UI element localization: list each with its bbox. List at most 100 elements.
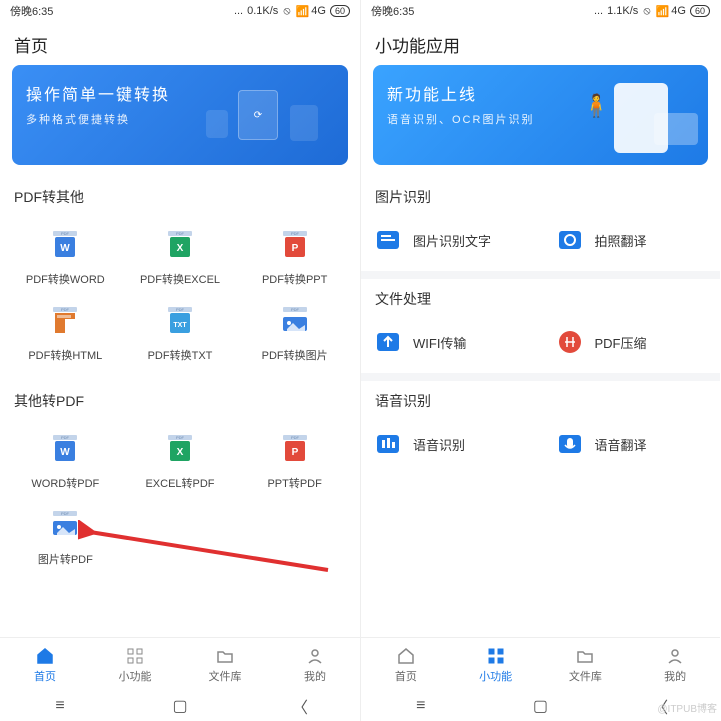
svg-text:W: W xyxy=(61,447,71,458)
nav-label: 小功能 xyxy=(119,668,152,684)
feature-item-2-1[interactable]: PDF压缩 xyxy=(555,327,709,357)
nav-grid[interactable]: 小功能 xyxy=(90,638,180,691)
nav-home[interactable]: 首页 xyxy=(361,638,451,691)
tool-label: PDF转换HTML xyxy=(28,347,102,363)
pdf-to-item-0[interactable]: PDF W PDF转换WORD xyxy=(8,219,123,295)
nav-user[interactable]: 我的 xyxy=(270,638,360,691)
status-indicators: ... 0.1K/s ⦸ 📶 4G 60 xyxy=(234,5,350,18)
svg-text:PDF: PDF xyxy=(61,511,70,516)
folder-icon xyxy=(215,646,235,666)
feature-item-3-0[interactable]: 语音识别 xyxy=(373,429,527,459)
banner-decoration: ⟳ xyxy=(188,75,338,155)
system-nav: ≡ ▢ 〈 xyxy=(0,691,360,721)
tool-label: PDF转换TXT xyxy=(148,347,213,363)
status-time: 傍晚6:35 xyxy=(10,3,53,19)
tool-label: PDF转换EXCEL xyxy=(140,271,220,287)
watermark: @ITPUB博客 xyxy=(657,700,717,715)
tool-label: EXCEL转PDF xyxy=(145,475,214,491)
pdf-to-item-2[interactable]: PDF P PDF转换PPT xyxy=(237,219,352,295)
svg-text:P: P xyxy=(291,243,298,254)
nav-user[interactable]: 我的 xyxy=(630,638,720,691)
feature-label: 语音识别 xyxy=(413,435,465,454)
banner-home[interactable]: 操作简单一键转换 多种格式便捷转换 ⟳ xyxy=(12,65,348,165)
svg-text:X: X xyxy=(177,243,184,254)
tool-label: 图片转PDF xyxy=(38,551,93,567)
nav-folder[interactable]: 文件库 xyxy=(180,638,270,691)
phone-left: 傍晚6:35 ... 0.1K/s ⦸ 📶 4G 60 首页 操作简单一键转换 … xyxy=(0,0,360,721)
bottom-nav: 首页 小功能文件库我的 xyxy=(361,637,720,691)
nav-grid[interactable]: 小功能 xyxy=(451,638,541,691)
to-pdf-item-1[interactable]: PDFXEXCEL转PDF xyxy=(123,423,238,499)
sys-back-icon[interactable]: 〈 xyxy=(291,697,309,715)
sys-home-icon[interactable]: ▢ xyxy=(531,697,549,715)
status-bar: 傍晚6:35 ... 0.1K/s ⦸ 📶 4G 60 xyxy=(0,0,360,22)
tool-icon: PDF xyxy=(44,507,86,543)
bottom-nav: 首页小功能 文件库 我的 xyxy=(0,637,360,691)
svg-text:PDF: PDF xyxy=(291,231,300,236)
sys-menu-icon[interactable]: ≡ xyxy=(51,697,69,715)
feature-icon xyxy=(555,429,585,459)
grid-icon xyxy=(125,646,145,666)
feature-item-3-1[interactable]: 语音翻译 xyxy=(555,429,709,459)
feature-label: 拍照翻译 xyxy=(595,231,647,250)
battery-icon: 60 xyxy=(690,5,710,17)
svg-text:P: P xyxy=(291,447,298,458)
section-file-process: 文件处理 xyxy=(361,279,720,315)
svg-text:X: X xyxy=(177,447,184,458)
feature-item-1-1[interactable]: 拍照翻译 xyxy=(555,225,709,255)
nav-label: 文件库 xyxy=(209,668,242,684)
page-title: 小功能应用 xyxy=(361,22,720,65)
to-pdf-item-2[interactable]: PDFPPPT转PDF xyxy=(237,423,352,499)
feature-item-1-0[interactable]: 图片识别文字 xyxy=(373,225,527,255)
content-area: PDF转其他 PDFWPDF转换WORDPDFXPDF转换EXCELPDFPPD… xyxy=(0,177,360,637)
pdf-to-item-3[interactable]: PDF PDF转换HTML xyxy=(8,295,123,371)
pdf-to-item-4[interactable]: PDF TXT PDF转换TXT xyxy=(123,295,238,371)
status-bar: 傍晚6:35 ... 1.1K/s ⦸ 📶 4G 60 xyxy=(361,0,720,22)
tool-label: PDF转换WORD xyxy=(26,271,105,287)
tool-label: WORD转PDF xyxy=(31,475,99,491)
svg-text:PDF: PDF xyxy=(61,231,70,236)
svg-text:PDF: PDF xyxy=(61,435,70,440)
svg-text:W: W xyxy=(61,243,71,254)
tool-icon: PDF P xyxy=(274,227,316,263)
nav-label: 我的 xyxy=(664,668,686,684)
nav-folder[interactable]: 文件库 xyxy=(541,638,631,691)
svg-text:PDF: PDF xyxy=(176,307,185,312)
home-icon xyxy=(35,646,55,666)
status-indicators: ... 1.1K/s ⦸ 📶 4G 60 xyxy=(594,5,710,18)
feature-item-2-0[interactable]: WIFI传输 xyxy=(373,327,527,357)
tool-icon: PDFX xyxy=(159,227,201,263)
folder-icon xyxy=(575,646,595,666)
tool-label: PDF转换图片 xyxy=(262,347,328,363)
section-image-recognition: 图片识别 xyxy=(361,177,720,213)
signal-icon: 📶 xyxy=(653,5,670,18)
banner-features[interactable]: 新功能上线 语音识别、OCR图片识别 🧍 xyxy=(373,65,708,165)
svg-text:TXT: TXT xyxy=(173,322,187,329)
to-pdf-item-0[interactable]: PDF W WORD转PDF xyxy=(8,423,123,499)
tool-icon: PDF P xyxy=(274,431,316,467)
svg-text:PDF: PDF xyxy=(61,307,70,312)
pdf-to-item-1[interactable]: PDFX PDF转换EXCEL xyxy=(123,219,238,295)
grid-icon xyxy=(486,646,506,666)
page-title: 首页 xyxy=(0,22,360,65)
nav-home[interactable]: 首页 xyxy=(0,638,90,691)
sys-menu-icon[interactable]: ≡ xyxy=(412,697,430,715)
to-pdf-item-3[interactable]: PDF 图片转PDF xyxy=(8,499,123,575)
feature-label: PDF压缩 xyxy=(595,333,647,352)
nav-label: 我的 xyxy=(304,668,326,684)
svg-text:PDF: PDF xyxy=(291,307,300,312)
nav-label: 首页 xyxy=(395,668,417,684)
pdf-to-item-5[interactable]: PDF PDF转换图片 xyxy=(237,295,352,371)
section-voice-recognition: 语音识别 xyxy=(361,381,720,417)
status-time: 傍晚6:35 xyxy=(371,3,414,19)
tool-label: PDF转换PPT xyxy=(262,271,327,287)
svg-text:PDF: PDF xyxy=(291,435,300,440)
section-other-to-pdf: 其他转PDF xyxy=(0,381,360,417)
signal-icon: 📶 xyxy=(293,5,310,18)
sys-home-icon[interactable]: ▢ xyxy=(171,697,189,715)
section-pdf-to-other: PDF转其他 xyxy=(0,177,360,213)
feature-icon xyxy=(373,225,403,255)
user-icon xyxy=(305,646,325,666)
feature-icon xyxy=(555,327,585,357)
battery-icon: 60 xyxy=(330,5,350,17)
